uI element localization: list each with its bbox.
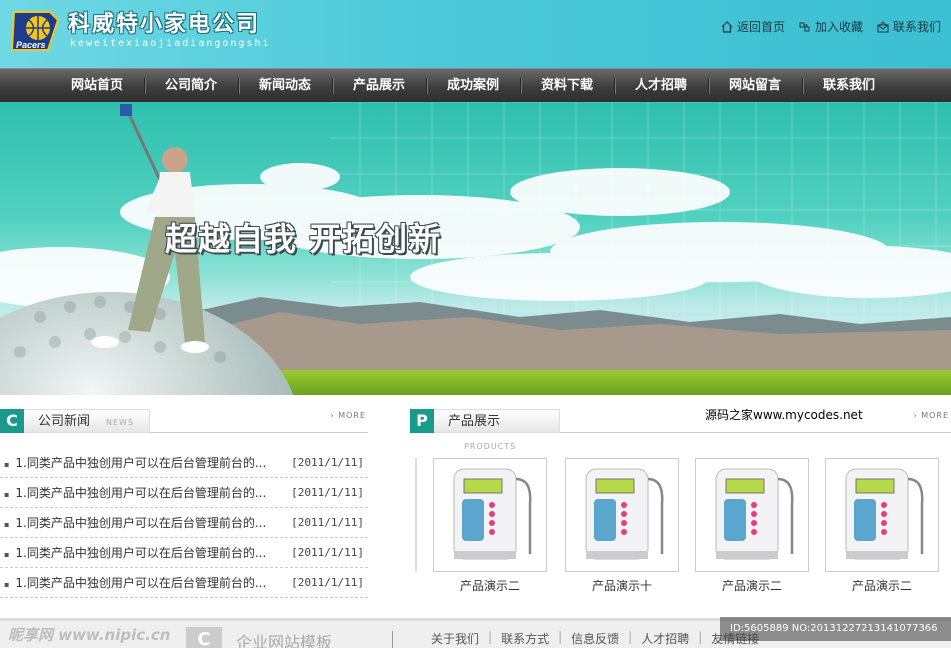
news-more-link[interactable]: › MORE <box>330 411 366 420</box>
bookmark-icon <box>799 22 810 31</box>
pacers-logo-icon[interactable]: Pacers <box>10 6 64 54</box>
product-image <box>433 458 547 572</box>
news-item-title: 1.同类产品中独创用户可以在后台管理前台的... <box>4 448 266 477</box>
news-item-title: 1.同类产品中独创用户可以在后台管理前台的... <box>4 508 266 537</box>
home-link-label: 返回首页 <box>736 20 785 34</box>
footer-template-text: 企业网站模板 <box>236 633 333 648</box>
product-caption: 产品演示二 <box>459 579 520 593</box>
product-list: 产品演示二 产品演示十 产品演示二 产品演示二 <box>415 458 951 598</box>
bookmark-link-label: 加入收藏 <box>814 20 863 34</box>
footer-link-contact[interactable]: 联系方式 <box>501 630 549 647</box>
top-links: 返回首页 加入收藏 联系我们 <box>721 18 941 35</box>
home-icon <box>721 20 733 33</box>
news-item-date: [2011/1/11] <box>291 546 364 559</box>
site-header: Pacers 科威特小家电公司 keweitexiaojiadiangongsh… <box>0 0 951 68</box>
news-title-text: 公司新闻 <box>38 414 91 429</box>
news-item-date: [2011/1/11] <box>291 456 364 469</box>
bookmark-link[interactable]: 加入收藏 <box>799 18 863 35</box>
nav-item-home[interactable]: 网站首页 <box>50 69 144 103</box>
nav-item-news[interactable]: 新闻动态 <box>238 69 332 103</box>
footer-link-feedback[interactable]: 信息反馈 <box>571 630 619 647</box>
water-ionizer-icon <box>715 468 794 560</box>
nav-item-about[interactable]: 公司简介 <box>144 69 238 103</box>
banner-image <box>0 102 951 395</box>
contact-link-label: 联系我们 <box>892 20 941 34</box>
products-section-header: P 产品展示 PRODUCTS › MORE <box>410 405 951 451</box>
news-item-title: 1.同类产品中独创用户可以在后台管理前台的... <box>4 478 266 507</box>
water-ionizer-icon <box>845 468 924 560</box>
news-section-header: C 公司新闻 NEWS › MORE <box>0 405 368 433</box>
news-item-date: [2011/1/11] <box>291 486 364 499</box>
watermark-right: ID:5605889 NO:20131227213141077366 <box>720 617 951 641</box>
product-card[interactable]: 产品演示十 <box>565 458 679 594</box>
news-item-title: 1.同类产品中独创用户可以在后台管理前台的... <box>4 538 266 567</box>
watermark-left: 昵享网 www.nipic.cn <box>8 626 171 644</box>
water-ionizer-icon <box>585 468 664 560</box>
product-caption: 产品演示二 <box>721 579 782 593</box>
news-section-title: 公司新闻 NEWS <box>24 409 150 433</box>
hero-banner: 超越自我 开拓创新 <box>0 102 951 395</box>
news-more-label: MORE <box>338 411 366 420</box>
banner-slogan: 超越自我 开拓创新 <box>165 220 442 258</box>
news-item[interactable]: 1.同类产品中独创用户可以在后台管理前台的... [2011/1/11] <box>0 568 368 598</box>
footer-badge: C <box>186 627 222 648</box>
news-item-title: 1.同类产品中独创用户可以在后台管理前台的... <box>4 568 266 597</box>
products-more-link[interactable]: › MORE <box>913 411 949 420</box>
product-card[interactable]: 产品演示二 <box>825 458 939 594</box>
nav-item-guestbook[interactable]: 网站留言 <box>708 69 802 103</box>
logo-text: Pacers <box>16 40 46 50</box>
product-image <box>695 458 809 572</box>
product-card[interactable]: 产品演示二 <box>433 458 547 594</box>
footer-divider <box>392 631 393 648</box>
nav-item-jobs[interactable]: 人才招聘 <box>614 69 708 103</box>
products-more-label: MORE <box>921 411 949 420</box>
site-source-text: 源码之家www.mycodes.net <box>705 408 863 422</box>
site-subtitle: keweitexiaojiadiangongshi <box>70 38 271 49</box>
news-list: 1.同类产品中独创用户可以在后台管理前台的... [2011/1/11] 1.同类… <box>0 448 368 598</box>
footer-links: 关于我们| 联系方式| 信息反馈| 人才招聘| 友情链接 <box>431 630 759 647</box>
site-title: 科威特小家电公司 <box>68 12 261 37</box>
news-item-date: [2011/1/11] <box>291 576 364 589</box>
nav-item-contact[interactable]: 联系我们 <box>802 69 896 103</box>
products-title-text: 产品展示 <box>448 414 501 429</box>
products-section-title: 产品展示 PRODUCTS <box>434 409 560 451</box>
main-nav: 网站首页 公司简介 新闻动态 产品展示 成功案例 资料下载 人才招聘 网站留言 … <box>0 68 951 102</box>
news-item[interactable]: 1.同类产品中独创用户可以在后台管理前台的... [2011/1/11] <box>0 448 368 478</box>
home-link[interactable]: 返回首页 <box>721 18 785 35</box>
news-item[interactable]: 1.同类产品中独创用户可以在后台管理前台的... [2011/1/11] <box>0 478 368 508</box>
news-item[interactable]: 1.同类产品中独创用户可以在后台管理前台的... [2011/1/11] <box>0 538 368 568</box>
product-card[interactable]: 产品演示二 <box>695 458 809 594</box>
footer-link-about[interactable]: 关于我们 <box>431 630 479 647</box>
contact-link[interactable]: 联系我们 <box>877 18 941 35</box>
nav-item-cases[interactable]: 成功案例 <box>426 69 520 103</box>
product-caption: 产品演示二 <box>851 579 912 593</box>
news-title-en: NEWS <box>106 418 135 427</box>
news-item-date: [2011/1/11] <box>291 516 364 529</box>
product-image <box>825 458 939 572</box>
news-section-badge: C <box>0 409 24 433</box>
product-image <box>565 458 679 572</box>
water-ionizer-icon <box>453 468 532 560</box>
news-item[interactable]: 1.同类产品中独创用户可以在后台管理前台的... [2011/1/11] <box>0 508 368 538</box>
product-caption: 产品演示十 <box>591 579 652 593</box>
nav-item-products[interactable]: 产品展示 <box>332 69 426 103</box>
footer-link-jobs[interactable]: 人才招聘 <box>641 630 689 647</box>
contact-icon <box>877 20 889 32</box>
products-section-badge: P <box>410 409 434 433</box>
nav-item-downloads[interactable]: 资料下载 <box>520 69 614 103</box>
products-title-en: PRODUCTS <box>464 442 517 451</box>
